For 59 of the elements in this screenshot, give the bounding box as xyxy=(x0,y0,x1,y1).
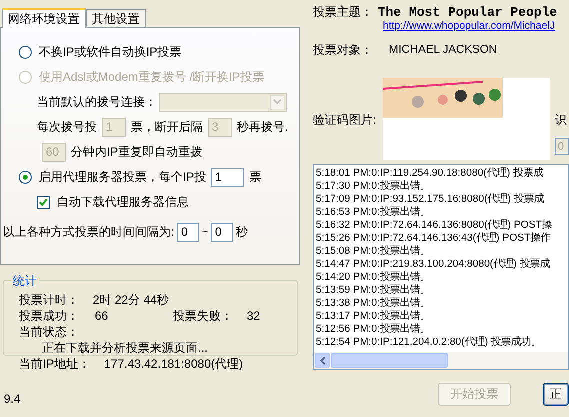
log-line: 5:12:56 PM:0:投票出错。 xyxy=(316,323,432,336)
radio-label: 启用代理服务器投票，每个IP投 xyxy=(39,168,206,186)
votes-per-dial-label: 每次拨号投 xyxy=(37,118,97,136)
log-line: 5:16:32 PM:0:IP:72.64.146.136:8080(代理) POST操 xyxy=(316,219,554,232)
radio-button[interactable] xyxy=(19,170,32,184)
checkbox[interactable] xyxy=(37,196,50,208)
pause-unit-label: 秒再拨号. xyxy=(237,118,288,136)
stat-label: 当前状态： xyxy=(19,325,79,340)
interval-separator: ~ xyxy=(202,226,208,238)
caret-icon xyxy=(270,94,285,110)
radio-button[interactable] xyxy=(19,46,32,58)
log-line: 5:13:38 PM:0:投票出错。 xyxy=(316,297,432,310)
horizontal-scrollbar[interactable] xyxy=(314,352,568,369)
stat-label: 当前IP地址： xyxy=(19,357,90,372)
captcha-label: 验证码图片: xyxy=(313,112,378,129)
scroll-thumb[interactable] xyxy=(331,353,448,368)
stat-label: 投票成功： xyxy=(19,309,79,324)
checkbox-label: 自动下载代理服务器信息 xyxy=(57,194,189,210)
log-line: 5:15:08 PM:0:投票出错。 xyxy=(316,245,432,258)
log-line: 5:13:59 PM:0:投票出错。 xyxy=(316,284,432,297)
log-line: 5:14:20 PM:0:投票出错。 xyxy=(316,271,432,284)
interval-label: 以上各种方式投票的时间间隔为: xyxy=(3,224,174,240)
interval-unit-label: 秒 xyxy=(236,224,248,240)
stat-value: 2时 22分 44秒 xyxy=(93,293,170,308)
stat-value: 66 xyxy=(94,309,110,324)
log-line: 5:17:09 PM:0:IP:93.152.175.16:8080(代理) 投票成 xyxy=(316,193,546,206)
radio-label: 不换IP或软件自动换IP投票 xyxy=(39,44,182,60)
log-line: 5:14:47 PM:0:IP:219.83.100.204:8080(代理) 投票成 xyxy=(316,258,551,271)
log-list[interactable] xyxy=(313,164,569,370)
log-line: 5:16:53 PM:0:投票出错。 xyxy=(316,206,432,219)
topic-link[interactable]: http://www.whopopular.com/MichaelJ xyxy=(383,20,569,33)
radio-label: 使用Adsl或Modem重复拨号 /断开换IP投票 xyxy=(39,68,264,86)
log-line: 5:12:54 PM:0:IP:121.204.0.2:80(代理) 投票成功。 xyxy=(316,336,542,349)
tab[interactable]: 网络环境设置 xyxy=(2,8,86,28)
stat-label: 投票计时： xyxy=(19,293,79,308)
topic-title: The Most Popular People xyxy=(378,4,558,20)
dial-connection-label: 当前默认的拨号连接： xyxy=(37,94,157,110)
log-line: 5:17:30 PM:0:投票出错。 xyxy=(316,180,432,193)
scroll-left-icon[interactable] xyxy=(315,353,330,368)
stat-label: 投票失败： xyxy=(173,309,233,324)
repeat-label: 分钟内IP重复即自动重拨 xyxy=(71,144,202,160)
pause-label: 票，断开后隔 xyxy=(131,118,203,136)
status-text: 正在下载并分析投票来源页面... xyxy=(42,341,208,356)
target-label: 投票对象： xyxy=(313,42,373,58)
votes-unit-label: 票 xyxy=(249,168,262,186)
action-button[interactable]: 正 xyxy=(543,383,569,406)
interval-to-field[interactable]: 0 xyxy=(211,222,234,242)
interval-from-field[interactable]: 0 xyxy=(177,222,200,242)
stat-value: 177.43.42.181:8080(代理) xyxy=(104,357,244,372)
topic-label: 投票主题： xyxy=(313,4,373,20)
stat-value: 32 xyxy=(247,309,260,324)
tab[interactable]: 其他设置 xyxy=(86,9,146,27)
version-text: 9.4 xyxy=(3,392,22,406)
log-line: 5:18:01 PM:0:IP:119.254.90.18:8080(代理) 投票成 xyxy=(316,167,544,180)
log-line: 5:13:17 PM:0:投票出错。 xyxy=(316,310,432,323)
recognize-label: 识 xyxy=(555,112,568,129)
log-line: 5:15:26 PM:0:IP:72.64.146.136:43(代理) POST操作 xyxy=(316,232,552,245)
target-value: MICHAEL JACKSON xyxy=(389,44,498,56)
votes-per-ip-field[interactable]: 1 xyxy=(211,168,244,186)
